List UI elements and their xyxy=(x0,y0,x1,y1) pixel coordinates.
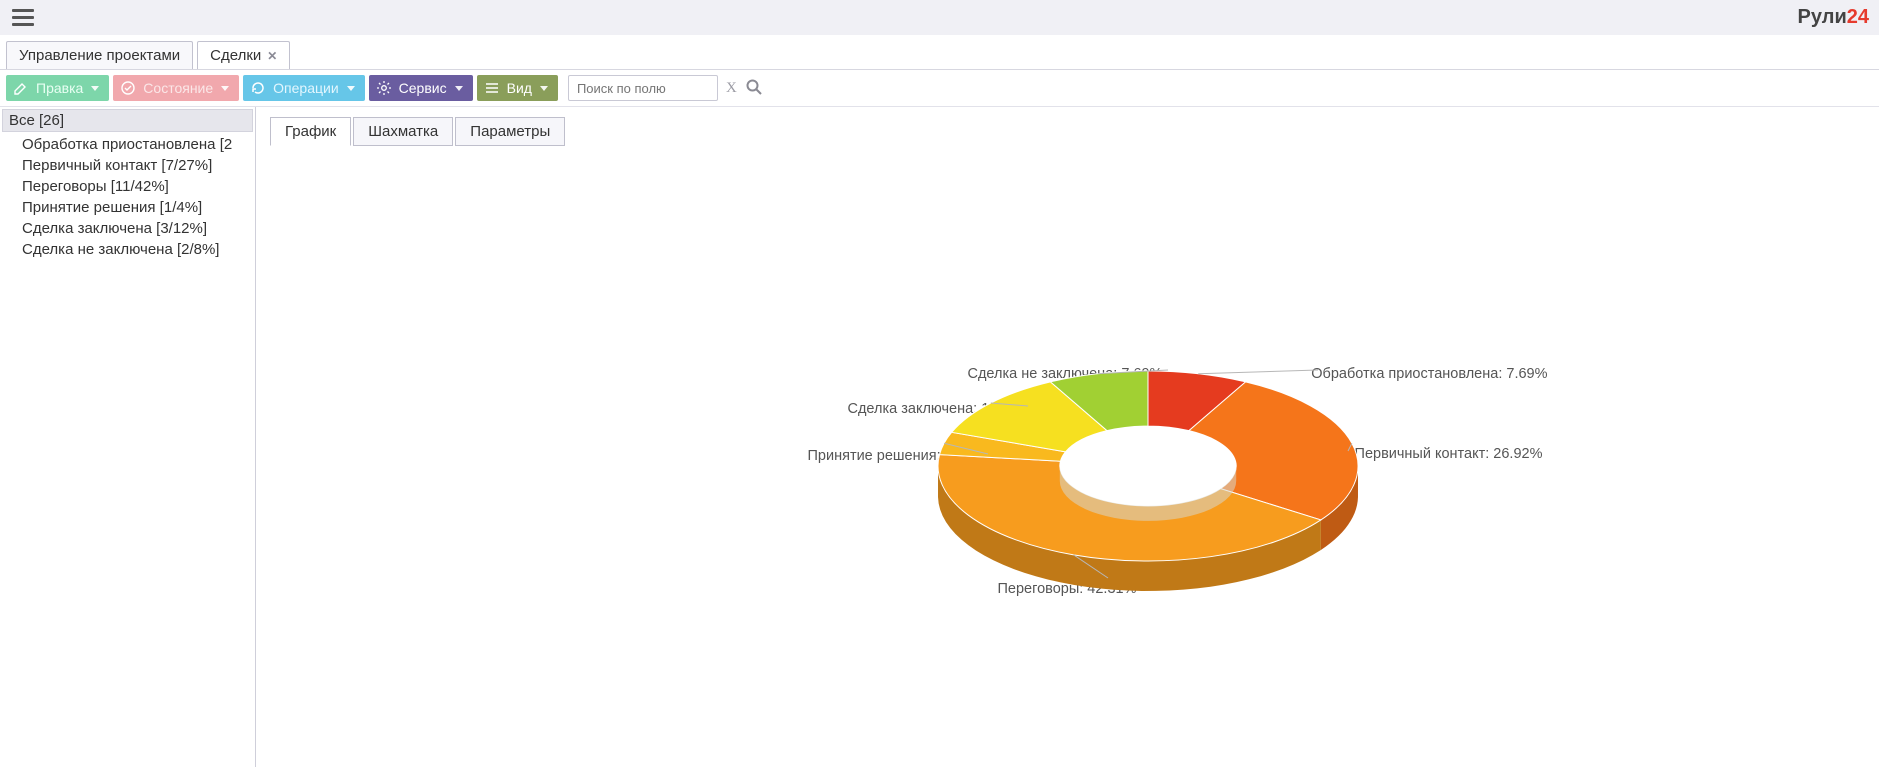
tree-item[interactable]: Принятие решения [1/4%] xyxy=(18,197,255,218)
chart-area: Обработка приостановлена: 7.69% Первичны… xyxy=(618,366,1518,626)
tree-item[interactable]: Сделка заключена [3/12%] xyxy=(18,218,255,239)
donut-chart xyxy=(918,366,1378,626)
chevron-down-icon xyxy=(540,86,548,91)
refresh-icon xyxy=(249,79,267,97)
button-label: Правка xyxy=(36,80,83,96)
chevron-down-icon xyxy=(347,86,355,91)
chevron-down-icon xyxy=(221,86,229,91)
brand-logo: Рули24 xyxy=(1798,6,1869,29)
list-icon xyxy=(483,79,501,97)
clear-icon[interactable]: X xyxy=(726,80,737,97)
view-button[interactable]: Вид xyxy=(477,75,558,101)
topbar: Рули24 xyxy=(0,0,1879,35)
chart-label-first-contact: Первичный контакт: 26.92% xyxy=(1355,446,1543,462)
operations-button[interactable]: Операции xyxy=(243,75,365,101)
view-tab-grid[interactable]: Шахматка xyxy=(353,117,453,146)
view-tab-params[interactable]: Параметры xyxy=(455,117,565,146)
tree-item[interactable]: Обработка приостановлена [2 xyxy=(18,134,255,155)
toolbar: Правка Состояние Операции Сервис Вид X xyxy=(0,70,1879,107)
button-label: Операции xyxy=(273,80,339,96)
brand-prefix: Рули xyxy=(1798,6,1847,28)
search-icon[interactable] xyxy=(745,78,763,99)
check-circle-icon xyxy=(119,79,137,97)
tab-label: Управление проектами xyxy=(19,47,180,64)
tree-item[interactable]: Первичный контакт [7/27%] xyxy=(18,155,255,176)
view-tab-chart[interactable]: График xyxy=(270,117,351,146)
search-wrap: X xyxy=(568,75,763,101)
tree-list: Обработка приостановлена [2 Первичный ко… xyxy=(18,134,255,260)
sidebar: Все [26] Обработка приостановлена [2 Пер… xyxy=(0,107,256,767)
leader-line xyxy=(1198,370,1318,374)
close-icon[interactable]: ✕ xyxy=(267,49,277,63)
chevron-down-icon xyxy=(455,86,463,91)
chevron-down-icon xyxy=(91,86,99,91)
tab-label: Сделки xyxy=(210,47,261,64)
service-button[interactable]: Сервис xyxy=(369,75,473,101)
gear-icon xyxy=(375,79,393,97)
donut-hole xyxy=(1059,426,1235,506)
search-input[interactable] xyxy=(568,75,718,101)
status-button[interactable]: Состояние xyxy=(113,75,239,101)
tree-item[interactable]: Сделка не заключена [2/8%] xyxy=(18,239,255,260)
edit-icon xyxy=(12,79,30,97)
button-label: Вид xyxy=(507,80,532,96)
main: График Шахматка Параметры Обработка прио… xyxy=(256,107,1879,767)
button-label: Сервис xyxy=(399,80,447,96)
view-tabs: График Шахматка Параметры xyxy=(270,117,1865,146)
tree-item[interactable]: Переговоры [11/42%] xyxy=(18,176,255,197)
app-tabs: Управление проектами Сделки ✕ xyxy=(0,35,1879,70)
brand-suffix: 24 xyxy=(1847,6,1869,28)
edit-button[interactable]: Правка xyxy=(6,75,109,101)
hamburger-menu-icon[interactable] xyxy=(8,5,38,30)
tree-root[interactable]: Все [26] xyxy=(2,109,253,132)
tab-projects[interactable]: Управление проектами xyxy=(6,41,193,69)
tab-deals[interactable]: Сделки ✕ xyxy=(197,41,290,69)
button-label: Состояние xyxy=(143,80,213,96)
body: Все [26] Обработка приостановлена [2 Пер… xyxy=(0,107,1879,767)
